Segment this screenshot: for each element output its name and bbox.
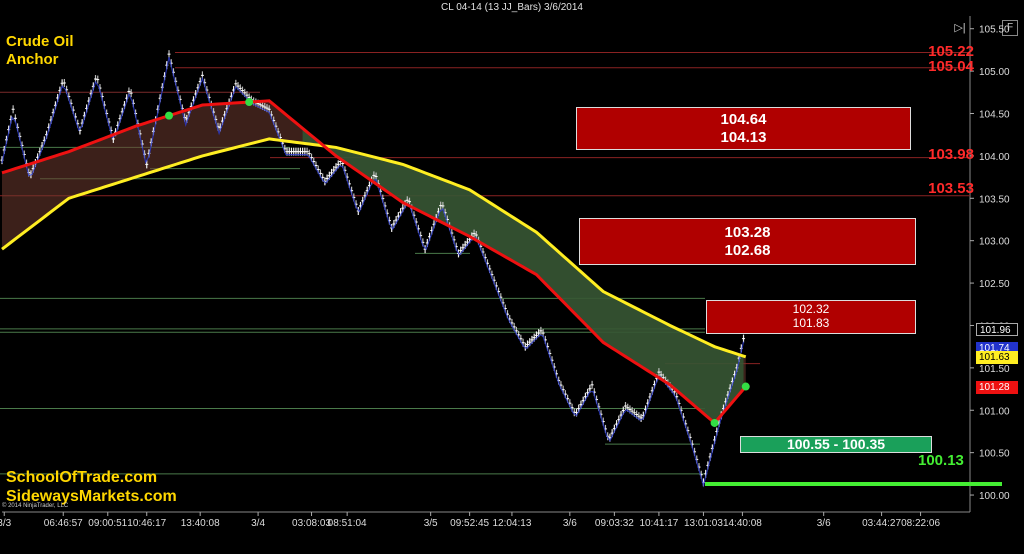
resistance-zone-2: 103.28 102.68 — [579, 218, 916, 265]
brand-school-of-trade: SchoolOfTrade.com — [6, 469, 158, 486]
zone-2-bottom: 102.68 — [724, 241, 771, 259]
price-tag-yellow-ema: 101.63 — [976, 350, 1018, 364]
resistance-zone-1: 104.64 104.13 — [576, 107, 911, 150]
signal-dot — [165, 111, 174, 120]
support-zone: 100.55 - 100.35 — [740, 436, 932, 453]
x-tick-label: 12:04:13 — [492, 518, 531, 529]
x-tick-label: 3/3 — [0, 518, 12, 529]
x-tick-label: 08:22:06 — [901, 518, 940, 529]
y-tick-label: 103.00 — [979, 237, 1010, 248]
x-tick-label: 3/4 — [251, 518, 265, 529]
x-tick-label: 08:51:04 — [328, 518, 367, 529]
copyright-text: © 2014 NinjaTrader, LLC — [2, 503, 69, 509]
signal-dot — [245, 98, 254, 107]
y-tick-label: 105.00 — [979, 67, 1010, 78]
anchor-label: Anchor — [6, 51, 59, 68]
level-label-105-04: 105.04 — [928, 58, 974, 75]
y-tick-label: 104.50 — [979, 110, 1010, 121]
signal-dot — [741, 382, 750, 391]
x-tick-label: 03:44:27 — [862, 518, 901, 529]
level-label-103-98: 103.98 — [928, 146, 974, 163]
signal-dot — [710, 418, 719, 427]
x-tick-label: 14:40:08 — [723, 518, 762, 529]
ema-ribbon-green — [302, 128, 744, 422]
x-tick-label: 13:40:08 — [181, 518, 220, 529]
y-tick-label: 105.50 — [979, 25, 1010, 36]
x-tick-label: 09:00:51 — [88, 518, 127, 529]
x-tick-label: 3/6 — [817, 518, 831, 529]
zone-3-bottom: 101.83 — [792, 316, 830, 330]
x-tick-label: 13:01:03 — [684, 518, 723, 529]
zone-2-top: 103.28 — [724, 224, 771, 242]
x-tick-label: 09:03:32 — [595, 518, 634, 529]
y-tick-label: 103.50 — [979, 194, 1010, 205]
x-tick-label: 03:08:03 — [292, 518, 331, 529]
level-label-103-53: 103.53 — [928, 180, 974, 197]
x-tick-label: 3/5 — [424, 518, 438, 529]
level-label-100-13: 100.13 — [918, 452, 964, 469]
x-tick-label: 06:46:57 — [44, 518, 83, 529]
zone-1-bottom: 104.13 — [720, 128, 767, 146]
x-tick-label: 3/6 — [563, 518, 577, 529]
y-tick-label: 102.50 — [979, 279, 1010, 290]
zone-3-top: 102.32 — [792, 302, 830, 317]
y-tick-label: 100.50 — [979, 449, 1010, 460]
price-tag-red-ema: 101.28 — [976, 380, 1018, 394]
x-tick-label: 10:41:17 — [639, 518, 678, 529]
y-tick-label: 100.00 — [979, 491, 1010, 502]
y-tick-label: 101.50 — [979, 364, 1010, 375]
zone-1-top: 104.64 — [720, 111, 767, 129]
x-tick-label: 10:46:17 — [127, 518, 166, 529]
resistance-zone-3: 102.32 101.83 — [706, 300, 916, 334]
y-tick-label: 104.00 — [979, 152, 1010, 163]
instrument-label: Crude Oil — [6, 33, 74, 50]
y-tick-label: 101.00 — [979, 406, 1010, 417]
x-tick-label: 09:52:45 — [450, 518, 489, 529]
price-tag-last: 101.96 — [976, 322, 1018, 336]
